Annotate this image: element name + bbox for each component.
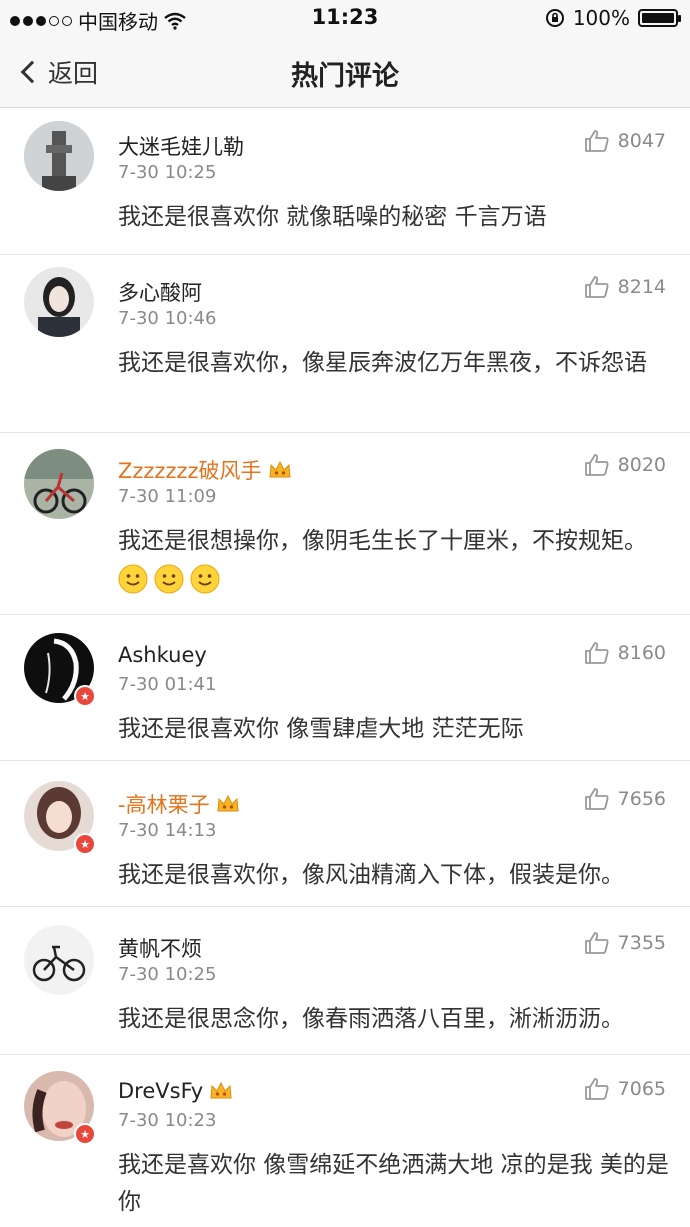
username[interactable]: 大迷毛娃儿勒 — [118, 131, 244, 161]
avatar[interactable] — [24, 121, 94, 191]
like-count: 8047 — [617, 130, 666, 152]
smiley-emoji-icon — [190, 564, 220, 593]
smiley-emoji-icon — [118, 564, 148, 593]
comment-text-body: 我还是很想操你，像阴毛生长了十厘米，不按规矩。 — [118, 528, 647, 554]
comment-item: 多心酸阿 7-30 10:46 8214 我还是很喜欢你，像星辰奔波亿万年黑夜，… — [0, 255, 690, 433]
comment-text: 我还是很喜欢你，像风油精滴入下体，假装是你。 — [118, 862, 624, 888]
vip-crown-icon — [268, 460, 291, 478]
thumbs-up-icon — [584, 454, 609, 476]
comment-item: 大迷毛娃儿勒 7-30 10:25 8047 我还是很喜欢你 就像聒噪的秘密 千… — [0, 109, 690, 255]
like-count: 8214 — [617, 276, 666, 298]
avatar[interactable] — [24, 267, 94, 337]
battery-percent: 100% — [572, 6, 630, 30]
comment-list: 大迷毛娃儿勒 7-30 10:25 8047 我还是很喜欢你 就像聒噪的秘密 千… — [0, 109, 690, 1215]
status-bar: 中国移动 11:23 100% — [0, 0, 690, 36]
avatar[interactable] — [24, 925, 94, 995]
vip-crown-icon — [210, 1081, 232, 1099]
comment-text: 我还是很思念你，像春雨洒落八百里，淅淅沥沥。 — [118, 1006, 624, 1032]
verified-badge-icon: ★ — [74, 685, 96, 707]
battery-group: 100% — [545, 6, 681, 30]
timestamp: 7-30 10:46 — [118, 308, 217, 329]
comment-text: 我还是很喜欢你 就像聒噪的秘密 千言万语 — [118, 204, 547, 230]
like-count: 7355 — [617, 932, 666, 954]
thumbs-up-icon — [584, 788, 609, 810]
comment-item: 黄帆不烦 7-30 10:25 7355 我还是很思念你，像春雨洒落八百里，淅淅… — [0, 907, 690, 1055]
comment-text: 我还是喜欢你 像雪绵延不绝洒满大地 凉的是我 美的是你 — [118, 1152, 669, 1215]
smiley-emoji-icon — [154, 564, 184, 593]
comment-item: ★ -高林栗子 7-30 14:13 7656 我还是很喜欢你，像风油精滴入下体… — [0, 761, 690, 907]
comment-item: Zzzzzzz破风手 7-30 11:09 8020 我还是很想操你，像阴毛生长… — [0, 433, 690, 615]
like-count: 8160 — [617, 642, 666, 664]
username[interactable]: Ashkuey — [118, 643, 207, 667]
username[interactable]: -高林栗子 — [118, 789, 240, 819]
battery-icon — [638, 9, 681, 27]
timestamp: 7-30 10:25 — [118, 964, 217, 985]
like-count: 7065 — [617, 1078, 666, 1100]
timestamp: 7-30 14:13 — [118, 820, 217, 841]
orientation-lock-icon — [545, 9, 564, 27]
verified-badge-icon: ★ — [74, 1123, 96, 1145]
thumbs-up-icon — [584, 642, 609, 664]
timestamp: 7-30 11:09 — [118, 486, 217, 507]
like-count: 8020 — [617, 454, 666, 476]
comment-item: ★ Ashkuey 7-30 01:41 8160 我还是很喜欢你 像雪肆虐大地… — [0, 615, 690, 761]
timestamp: 7-30 01:41 — [118, 674, 217, 695]
like-count: 7656 — [617, 788, 666, 810]
thumbs-up-icon — [584, 932, 609, 954]
thumbs-up-icon — [584, 1078, 609, 1100]
timestamp: 7-30 10:25 — [118, 162, 217, 183]
comment-text: 我还是很喜欢你，像星辰奔波亿万年黑夜，不诉怨语 — [118, 350, 647, 376]
like-button[interactable]: 8214 — [584, 275, 666, 299]
page-title: 热门评论 — [291, 61, 399, 92]
comment-text: 我还是很想操你，像阴毛生长了十厘米，不按规矩。 — [118, 523, 678, 597]
verified-badge-icon: ★ — [74, 833, 96, 855]
username[interactable]: DreVsFy — [118, 1079, 233, 1103]
like-button[interactable]: 8160 — [584, 641, 666, 665]
thumbs-up-icon — [584, 130, 609, 152]
like-button[interactable]: 8047 — [584, 129, 666, 153]
comment-item: ★ DreVsFy 7-30 10:23 7065 我还是喜欢你 像雪绵延不绝洒… — [0, 1055, 690, 1215]
username[interactable]: Zzzzzzz破风手 — [118, 455, 292, 485]
like-button[interactable]: 7656 — [584, 787, 666, 811]
like-button[interactable]: 8020 — [584, 453, 666, 477]
like-button[interactable]: 7065 — [584, 1077, 666, 1101]
nav-bar: 返回 热门评论 — [0, 36, 690, 108]
comment-text: 我还是很喜欢你 像雪肆虐大地 茫茫无际 — [118, 716, 524, 742]
timestamp: 7-30 10:23 — [118, 1110, 217, 1131]
username[interactable]: 多心酸阿 — [118, 277, 202, 307]
username[interactable]: 黄帆不烦 — [118, 933, 202, 963]
avatar[interactable] — [24, 449, 94, 519]
thumbs-up-icon — [584, 276, 609, 298]
like-button[interactable]: 7355 — [584, 931, 666, 955]
vip-crown-icon — [217, 794, 239, 812]
